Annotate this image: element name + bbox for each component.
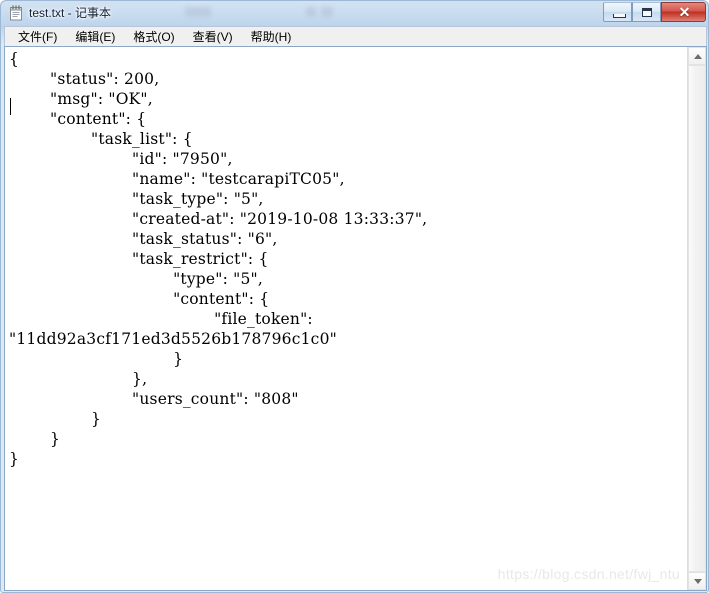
text-editing-area[interactable]: { "status": 200, "msg": "OK", "content":…	[5, 47, 687, 590]
document-text[interactable]: { "status": 200, "msg": "OK", "content":…	[9, 49, 427, 469]
minimize-button[interactable]	[603, 2, 632, 22]
minimize-icon	[613, 14, 626, 18]
close-icon: ✕	[678, 4, 691, 20]
titlebar-artifact	[321, 7, 333, 17]
close-button[interactable]: ✕	[661, 2, 706, 22]
triangle-up-icon	[694, 54, 702, 59]
maximize-icon	[642, 8, 652, 17]
triangle-down-icon	[694, 579, 702, 584]
scroll-down-button[interactable]	[688, 572, 706, 590]
titlebar-artifact	[185, 7, 211, 17]
scroll-up-button[interactable]	[688, 47, 706, 65]
notepad-window: test.txt - 记事本 ✕ 文件(F) 编辑(E) 格式(O) 查看(V)…	[0, 0, 709, 593]
vertical-scrollbar[interactable]	[687, 47, 706, 590]
menu-view[interactable]: 查看(V)	[184, 27, 242, 47]
maximize-button[interactable]	[632, 2, 661, 22]
titlebar-artifact	[306, 7, 316, 17]
menu-edit[interactable]: 编辑(E)	[66, 27, 124, 47]
menu-help[interactable]: 帮助(H)	[242, 27, 301, 47]
window-title: test.txt - 记事本	[29, 6, 112, 20]
watermark: https://blog.csdn.net/fwj_ntu	[497, 566, 680, 582]
scrollbar-thumb[interactable]	[688, 65, 706, 572]
title-bar[interactable]: test.txt - 记事本 ✕	[1, 1, 709, 25]
editor-frame: { "status": 200, "msg": "OK", "content":…	[4, 46, 707, 591]
menu-file[interactable]: 文件(F)	[9, 27, 66, 47]
menu-bar: 文件(F) 编辑(E) 格式(O) 查看(V) 帮助(H)	[4, 26, 707, 46]
notepad-icon	[9, 5, 23, 21]
text-caret	[10, 98, 11, 115]
menu-format[interactable]: 格式(O)	[124, 27, 183, 47]
